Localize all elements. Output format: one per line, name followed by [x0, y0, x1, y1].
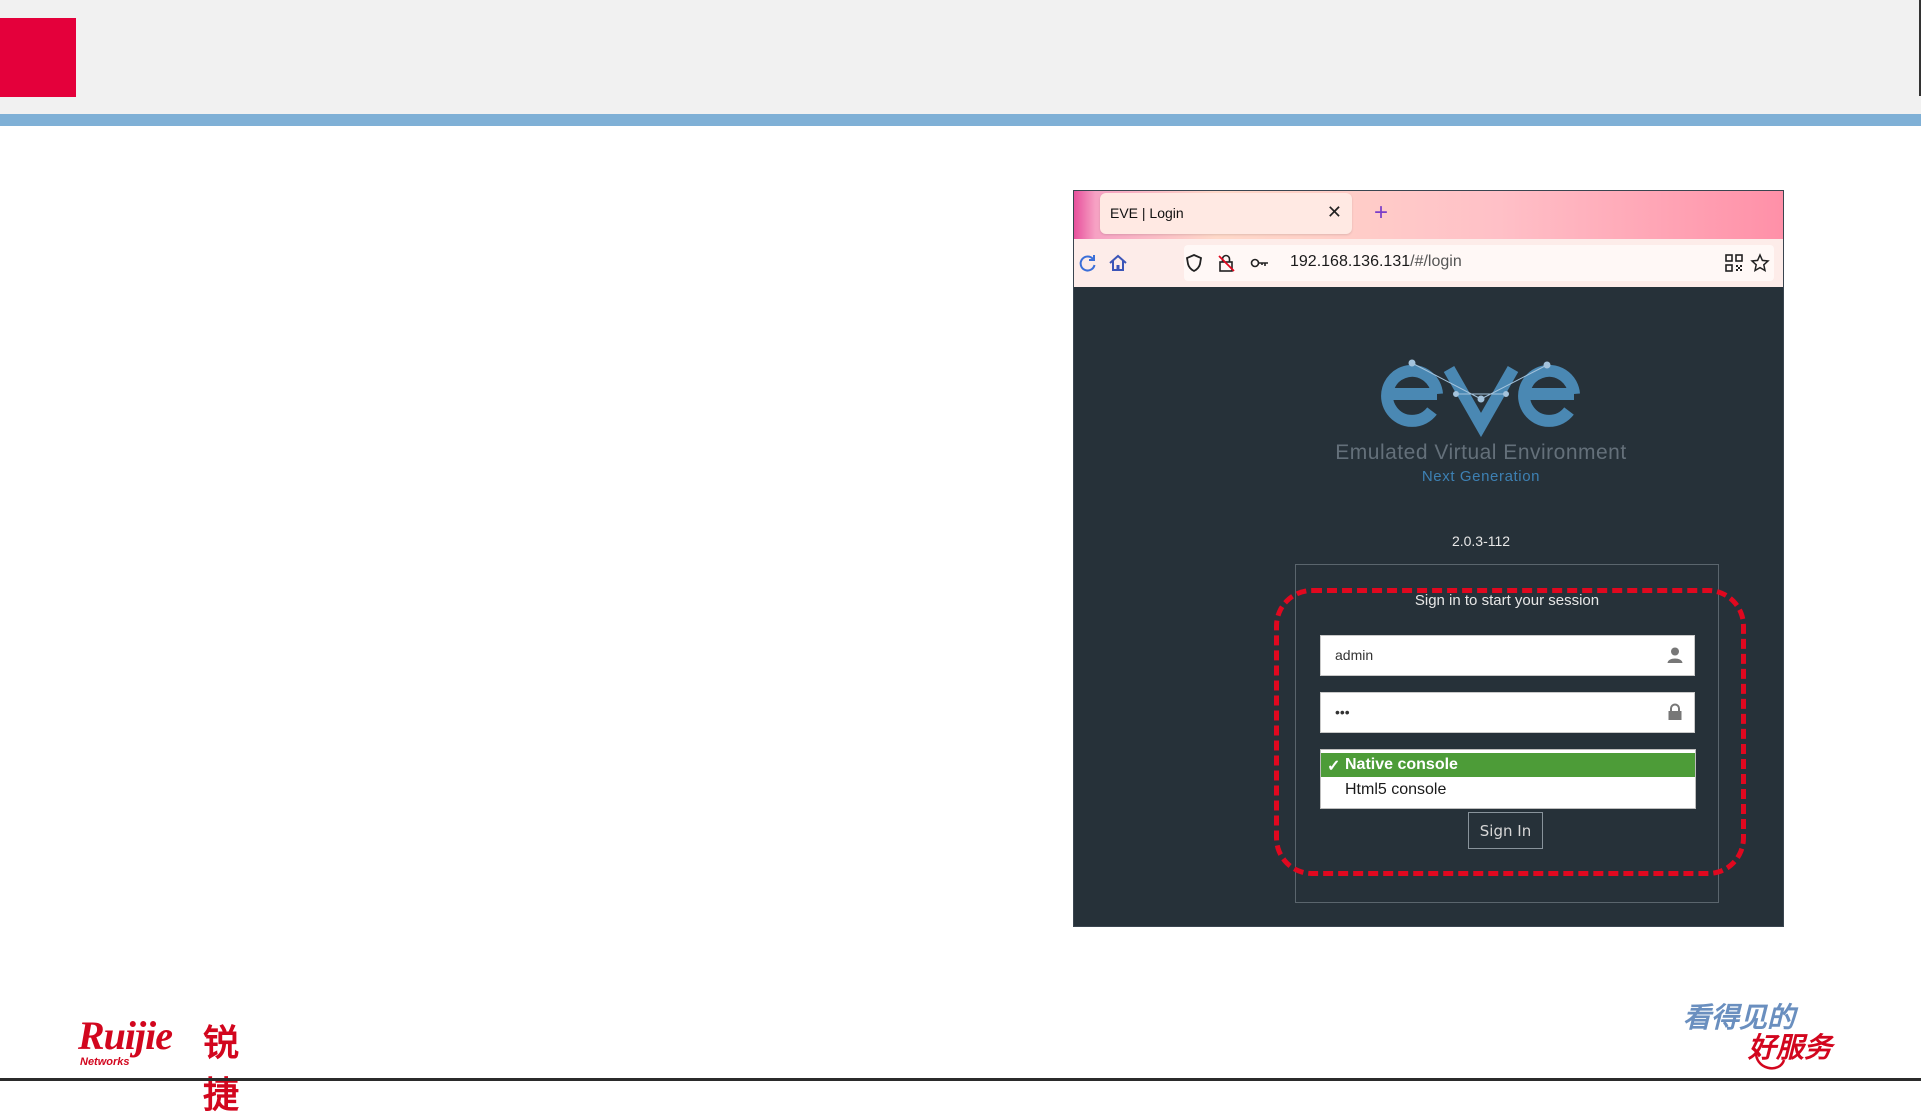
qr-code-icon[interactable] [1724, 253, 1744, 273]
lock-slash-icon[interactable] [1216, 253, 1236, 273]
eve-logo [1381, 359, 1580, 437]
header-blue-bar [0, 114, 1921, 126]
slide-header [0, 0, 1921, 114]
url-host: 192.168.136.131 [1290, 253, 1411, 270]
shield-icon[interactable] [1184, 253, 1204, 273]
version-label: 2.0.3-112 [1451, 533, 1511, 549]
url-text[interactable]: 192.168.136.131/#/login [1290, 253, 1462, 271]
url-path: /#/login [1410, 253, 1462, 270]
tab-bar: EVE | Login ✕ + [1074, 191, 1783, 239]
address-bar[interactable] [1184, 245, 1774, 281]
slogan-swoosh [1754, 1049, 1786, 1070]
brand-chinese: 锐捷 [203, 1023, 240, 1116]
brand-networks: Networks [80, 1056, 130, 1068]
plus-icon[interactable]: + [1374, 200, 1388, 226]
reload-icon[interactable] [1078, 253, 1098, 273]
key-icon[interactable] [1250, 253, 1270, 273]
highlight-outline [1274, 588, 1746, 876]
star-icon[interactable] [1750, 253, 1770, 273]
tab-title: EVE | Login [1110, 205, 1184, 221]
nav-bar: 192.168.136.131/#/login [1074, 239, 1783, 287]
eve-subtitle: Emulated Virtual Environment [1335, 441, 1627, 464]
home-icon[interactable] [1108, 253, 1128, 273]
close-icon[interactable]: ✕ [1327, 202, 1342, 222]
header-accent-block [0, 18, 76, 97]
tab-eve-login[interactable]: EVE | Login ✕ [1100, 193, 1352, 234]
brand-latin: Ruijie [78, 1013, 173, 1058]
eve-tagline: Next Generation [1421, 468, 1541, 485]
